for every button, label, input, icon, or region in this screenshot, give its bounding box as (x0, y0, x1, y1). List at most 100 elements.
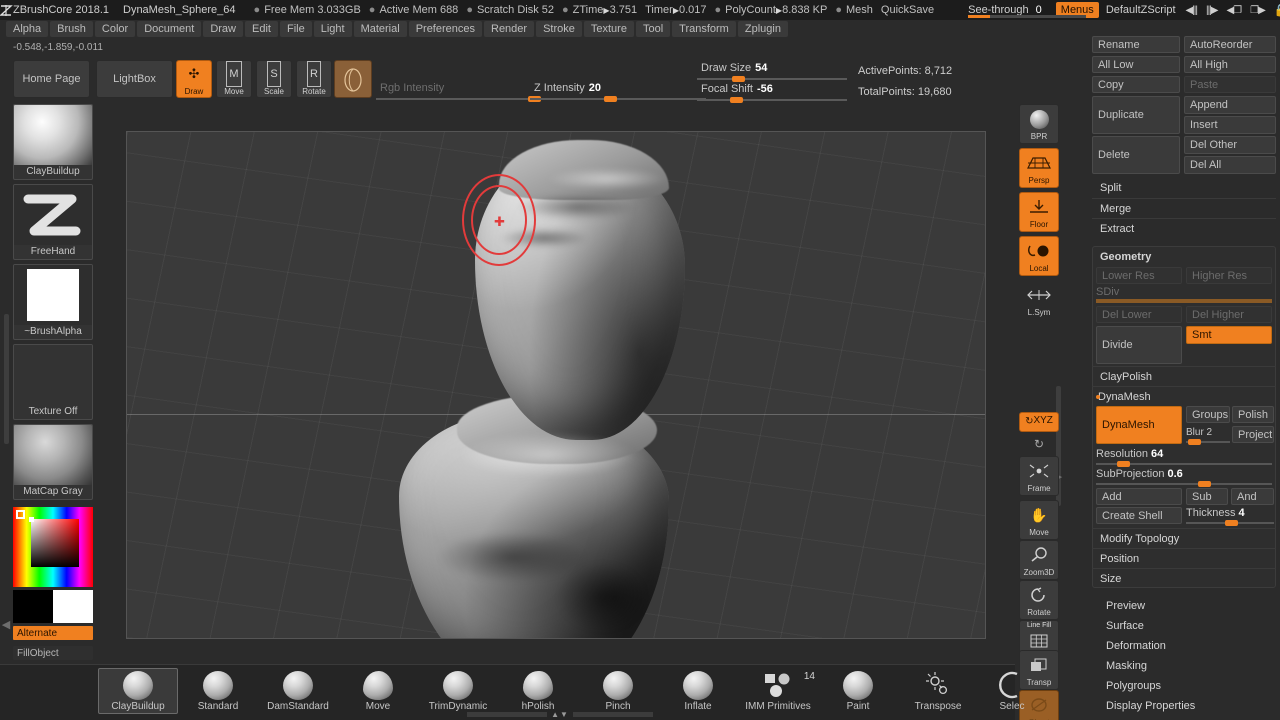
brush-item-damstandard[interactable]: DamStandard (258, 668, 338, 714)
menu-item-alpha[interactable]: Alpha (6, 21, 49, 37)
dynamesh-blur-slider[interactable]: Blur 2 (1186, 426, 1230, 445)
menu-item-edit[interactable]: Edit (245, 21, 278, 37)
menu-item-color[interactable]: Color (94, 21, 136, 37)
dynamesh-groups-button[interactable]: Groups (1186, 406, 1230, 423)
del-lower-button[interactable]: Del Lower (1096, 306, 1182, 323)
current-material-slot[interactable]: MatCap Gray (13, 424, 93, 500)
brush-item-paint[interactable]: Paint (818, 668, 898, 714)
dynamesh-section-header[interactable]: DynaMesh (1092, 386, 1276, 406)
dock-right-icon[interactable]: ❐▶ (1250, 5, 1266, 16)
dynamesh-and-button[interactable]: And (1231, 488, 1274, 505)
primary-color-swatch[interactable] (13, 590, 53, 623)
current-stroke-slot[interactable]: FreeHand (13, 184, 93, 260)
autoreorder-button[interactable]: AutoReorder (1184, 36, 1276, 53)
move-mode-button[interactable]: M Move (216, 60, 252, 98)
color-picker[interactable] (13, 507, 93, 587)
append-button[interactable]: Append (1184, 96, 1276, 114)
color-picker-gradient[interactable] (31, 519, 79, 567)
thickness-slider[interactable]: Thickness 4 (1186, 507, 1274, 526)
brush-bar-scroll-arrows-icon[interactable]: ▲▼ (551, 710, 569, 719)
brush-item-select[interactable]: Selec (972, 668, 1052, 714)
menu-item-zplugin[interactable]: Zplugin (737, 21, 788, 37)
lsym-button[interactable]: L.Sym (1019, 280, 1059, 320)
deformation-section[interactable]: Deformation (1092, 636, 1276, 656)
menu-item-transform[interactable]: Transform (672, 21, 736, 37)
masking-section[interactable]: Masking (1092, 656, 1276, 676)
subprojection-knob[interactable] (1198, 481, 1212, 487)
fillobject-button[interactable]: FillObject (13, 646, 93, 660)
alternate-button[interactable]: Alternate (13, 626, 93, 640)
brush-item-trimdynamic[interactable]: TrimDynamic (418, 668, 498, 714)
duplicate-button[interactable]: Duplicate (1092, 96, 1180, 134)
position-section[interactable]: Position (1092, 548, 1276, 568)
focal-shift-slider[interactable]: Focal Shift -56 (697, 83, 847, 103)
brush-bar-scroll-right[interactable] (572, 712, 653, 717)
dynamesh-toggle-button[interactable]: DynaMesh (1096, 406, 1182, 444)
paste-button[interactable]: Paste (1184, 76, 1276, 93)
focal-shift-knob[interactable] (730, 97, 743, 103)
menu-item-stroke[interactable]: Stroke (536, 21, 582, 37)
menu-item-texture[interactable]: Texture (583, 21, 634, 37)
dynamesh-blur-knob[interactable] (1188, 439, 1202, 445)
local-button[interactable]: Local (1019, 236, 1059, 276)
copy-button[interactable]: Copy (1092, 76, 1180, 93)
all-high-button[interactable]: All High (1184, 56, 1276, 73)
current-texture-slot[interactable]: Texture Off (13, 344, 93, 420)
insert-button[interactable]: Insert (1184, 116, 1276, 134)
home-page-button[interactable]: Home Page (13, 60, 90, 98)
dynamesh-polish-button[interactable]: Polish (1232, 406, 1274, 423)
surface-section[interactable]: Surface (1092, 616, 1276, 636)
sdiv-slider[interactable]: SDiv (1096, 286, 1272, 303)
brush-item-inflate[interactable]: Inflate (658, 668, 738, 714)
menu-item-light[interactable]: Light (313, 21, 352, 37)
bpr-button[interactable]: BPR (1019, 104, 1059, 144)
draw-size-knob[interactable] (731, 76, 745, 82)
lower-res-button[interactable]: Lower Res (1096, 267, 1182, 284)
claypolish-section[interactable]: ClayPolish (1092, 366, 1276, 386)
lightbox-button[interactable]: LightBox (96, 60, 173, 98)
resolution-knob[interactable] (1117, 461, 1131, 467)
rotate-view-button[interactable]: Rotate (1019, 580, 1059, 620)
draw-size-slider[interactable]: Draw Size 54 (697, 62, 847, 82)
brush-item-standard[interactable]: Standard (178, 668, 258, 714)
rotate-snap-button[interactable]: ↻ (1019, 434, 1059, 456)
current-alpha-slot[interactable]: ~BrushAlpha (13, 264, 93, 340)
display-properties-section[interactable]: Display Properties (1092, 696, 1276, 716)
rotate-mode-button[interactable]: R Rotate (296, 60, 332, 98)
see-through-slider[interactable]: See-through 0 (968, 0, 1087, 20)
zscript-nav-right-icon[interactable]: |||▶ (1206, 5, 1219, 16)
menu-item-document[interactable]: Document (137, 21, 202, 37)
z-intensity-slider[interactable]: Z Intensity 20 (530, 82, 706, 102)
lock-icon[interactable]: 🔒 (1274, 3, 1280, 17)
split-section[interactable]: Split (1092, 178, 1276, 198)
brush-item-imm-primitives[interactable]: 14 IMM Primitives (738, 668, 818, 714)
menu-item-material[interactable]: Material (353, 21, 407, 37)
material-thumbnail[interactable] (334, 60, 372, 98)
menu-item-tool[interactable]: Tool (635, 21, 671, 37)
size-section[interactable]: Size (1092, 568, 1276, 588)
all-low-button[interactable]: All Low (1092, 56, 1180, 73)
menu-item-file[interactable]: File (279, 21, 312, 37)
frame-button[interactable]: Frame (1019, 456, 1059, 496)
menu-item-render[interactable]: Render (484, 21, 535, 37)
delete-button[interactable]: Delete (1092, 136, 1180, 174)
modify-topology-section[interactable]: Modify Topology (1092, 528, 1276, 548)
preview-section[interactable]: Preview (1092, 596, 1276, 616)
divide-button[interactable]: Divide (1096, 326, 1182, 364)
floor-button[interactable]: Floor (1019, 192, 1059, 232)
del-higher-button[interactable]: Del Higher (1186, 306, 1272, 323)
smt-button[interactable]: Smt (1186, 326, 1272, 344)
sculpted-mesh[interactable] (127, 132, 985, 638)
brush-item-move[interactable]: Move (338, 668, 418, 714)
extract-section[interactable]: Extract (1092, 218, 1276, 238)
viewport-3d[interactable]: ✚ (126, 131, 986, 639)
current-brush-slot[interactable]: ClayBuildup (13, 104, 93, 180)
subprojection-slider[interactable]: SubProjection 0.6 (1096, 468, 1272, 487)
zscript-nav-left-icon[interactable]: ◀||| (1186, 5, 1199, 16)
brush-item-pinch[interactable]: Pinch (578, 668, 658, 714)
brush-item-hpolish[interactable]: hPolish (498, 668, 578, 714)
brush-item-claybuildup[interactable]: ClayBuildup (98, 668, 178, 714)
brush-bar-scroll-left[interactable] (467, 712, 548, 717)
del-other-button[interactable]: Del Other (1184, 136, 1276, 154)
dock-left-icon[interactable]: ◀❐ (1226, 5, 1242, 16)
